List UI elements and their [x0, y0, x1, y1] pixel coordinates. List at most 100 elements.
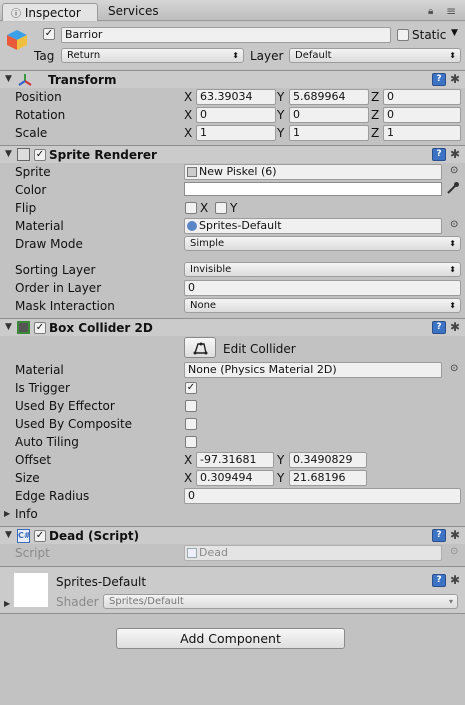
position-y-field[interactable]: 5.689964 [289, 89, 369, 105]
is-trigger-checkbox[interactable]: ✓ [185, 382, 197, 394]
color-label: Color [15, 183, 47, 197]
edit-collider-toggle[interactable] [184, 337, 216, 358]
scale-x-field[interactable]: 1 [196, 125, 276, 141]
help-icon[interactable]: ? [432, 529, 446, 542]
box-collider-icon [17, 321, 30, 334]
gear-icon[interactable]: ✱ [450, 73, 460, 85]
layer-dropdown[interactable]: Default ⬍ [289, 48, 461, 63]
gear-icon[interactable]: ✱ [450, 321, 460, 333]
gear-icon[interactable]: ✱ [450, 574, 460, 586]
flip-x-checkbox[interactable] [185, 202, 197, 214]
menu-icon[interactable]: ≡ [446, 4, 456, 18]
static-dropdown-icon[interactable]: ▼ [451, 28, 458, 38]
lock-icon[interactable]: 🔒︎ [428, 6, 433, 17]
used-by-effector-checkbox[interactable] [185, 400, 197, 412]
tag-label: Tag [34, 49, 55, 63]
foldout-expanded-icon[interactable]: ▼ [5, 322, 12, 332]
foldout-expanded-icon[interactable]: ▼ [5, 74, 12, 84]
sorting-layer-dropdown[interactable]: Invisible ⬍ [184, 262, 461, 277]
gameobject-cube-icon [6, 29, 28, 51]
gear-icon[interactable]: ✱ [450, 148, 460, 160]
foldout-collapsed-icon[interactable]: ▶ [4, 599, 10, 608]
shader-value: Sprites/Default [109, 596, 184, 607]
size-x-field[interactable]: 0.309494 [196, 470, 274, 486]
used-by-composite-label: Used By Composite [15, 417, 133, 431]
used-by-composite-checkbox[interactable] [185, 418, 197, 430]
tab-services[interactable]: Services [100, 3, 170, 21]
foldout-collapsed-icon[interactable]: ▶ [4, 509, 10, 518]
help-icon[interactable]: ? [432, 148, 446, 161]
scale-y-label: Y [277, 126, 285, 140]
help-icon[interactable]: ? [432, 73, 446, 86]
rotation-x-field[interactable]: 0 [196, 107, 276, 123]
tag-dropdown[interactable]: Return ⬍ [61, 48, 244, 63]
offset-x-field[interactable]: -97.31681 [196, 452, 274, 468]
offset-y-field[interactable]: 0.3490829 [289, 452, 367, 468]
collider-material-field[interactable]: None (Physics Material 2D) [184, 362, 442, 378]
transform-header[interactable]: ▼ Transform ? ✱ [0, 70, 465, 88]
sorting-layer-value: Invisible [190, 264, 232, 275]
position-z-field[interactable]: 0 [383, 89, 461, 105]
draw-mode-dropdown[interactable]: Simple ⬍ [184, 236, 461, 251]
mask-interaction-value: None [190, 300, 217, 311]
material-section: ▶ Sprites-Default Shader Sprites/Default… [0, 566, 465, 614]
box-collider-enabled-checkbox[interactable]: ✓ [34, 322, 46, 334]
tab-inspector-label: Inspector [24, 6, 81, 20]
shader-dropdown[interactable]: Sprites/Default ▾ [103, 594, 458, 609]
sprite-renderer-header[interactable]: ▼ ✓ Sprite Renderer ? ✱ [0, 145, 465, 163]
box-collider-header[interactable]: ▼ ✓ Box Collider 2D ? ✱ [0, 318, 465, 336]
dropdown-arrow-icon: ⬍ [449, 301, 456, 310]
scale-y-field[interactable]: 1 [289, 125, 369, 141]
script-icon: C# [17, 529, 31, 543]
layer-label: Layer [250, 49, 284, 63]
auto-tiling-checkbox[interactable] [185, 436, 197, 448]
tab-inspector[interactable]: ⓘ Inspector [2, 3, 98, 21]
gameobject-name-field[interactable]: Barrior [61, 27, 391, 43]
color-swatch[interactable] [184, 182, 442, 196]
dead-script-title: Dead (Script) [49, 529, 140, 543]
dropdown-arrow-icon: ⬍ [449, 265, 456, 274]
rotation-y-field[interactable]: 0 [289, 107, 369, 123]
eyedropper-icon[interactable] [446, 181, 460, 195]
material-field[interactable]: Sprites-Default [184, 218, 442, 234]
gameobject-active-checkbox[interactable]: ✓ [43, 28, 55, 40]
object-picker-icon[interactable]: ⊙ [450, 165, 458, 176]
layer-value: Default [295, 50, 332, 61]
script-value: Dead [199, 546, 228, 559]
dead-script-header[interactable]: ▼ C# ✓ Dead (Script) ? ✱ [0, 526, 465, 544]
object-picker-icon[interactable]: ⊙ [450, 363, 458, 374]
foldout-expanded-icon[interactable]: ▼ [5, 149, 12, 159]
flip-y-checkbox[interactable] [215, 202, 227, 214]
size-y-field[interactable]: 21.68196 [289, 470, 367, 486]
gear-icon[interactable]: ✱ [450, 529, 460, 541]
dropdown-arrow-icon: ▾ [448, 597, 453, 606]
dead-script-enabled-checkbox[interactable]: ✓ [34, 530, 46, 542]
draw-mode-label: Draw Mode [15, 237, 83, 251]
object-picker-icon[interactable]: ⊙ [450, 219, 458, 230]
offset-y-label: Y [277, 453, 285, 467]
sprite-renderer-enabled-checkbox[interactable]: ✓ [34, 149, 46, 161]
position-x-field[interactable]: 63.39034 [196, 89, 276, 105]
rotation-x-label: X [184, 108, 193, 122]
edge-radius-field[interactable]: 0 [184, 488, 461, 504]
tag-value: Return [67, 50, 101, 61]
sprite-field[interactable]: New Piskel (6) [184, 164, 442, 180]
order-in-layer-field[interactable]: 0 [184, 280, 461, 296]
scale-z-label: Z [371, 126, 380, 140]
help-icon[interactable]: ? [432, 321, 446, 334]
material-sphere-icon [187, 221, 197, 231]
rotation-z-field[interactable]: 0 [383, 107, 461, 123]
material-preview [14, 573, 48, 607]
scale-z-field[interactable]: 1 [383, 125, 461, 141]
flip-x-label: X [200, 201, 209, 215]
size-x-label: X [184, 471, 193, 485]
foldout-expanded-icon[interactable]: ▼ [5, 530, 12, 540]
add-component-button[interactable]: Add Component [116, 628, 345, 649]
position-x-label: X [184, 90, 193, 104]
tab-services-label: Services [108, 4, 159, 18]
info-foldout-label[interactable]: Info [15, 507, 38, 521]
mask-interaction-dropdown[interactable]: None ⬍ [184, 298, 461, 313]
mask-interaction-label: Mask Interaction [15, 299, 115, 313]
help-icon[interactable]: ? [432, 574, 446, 587]
static-checkbox[interactable] [397, 29, 409, 41]
